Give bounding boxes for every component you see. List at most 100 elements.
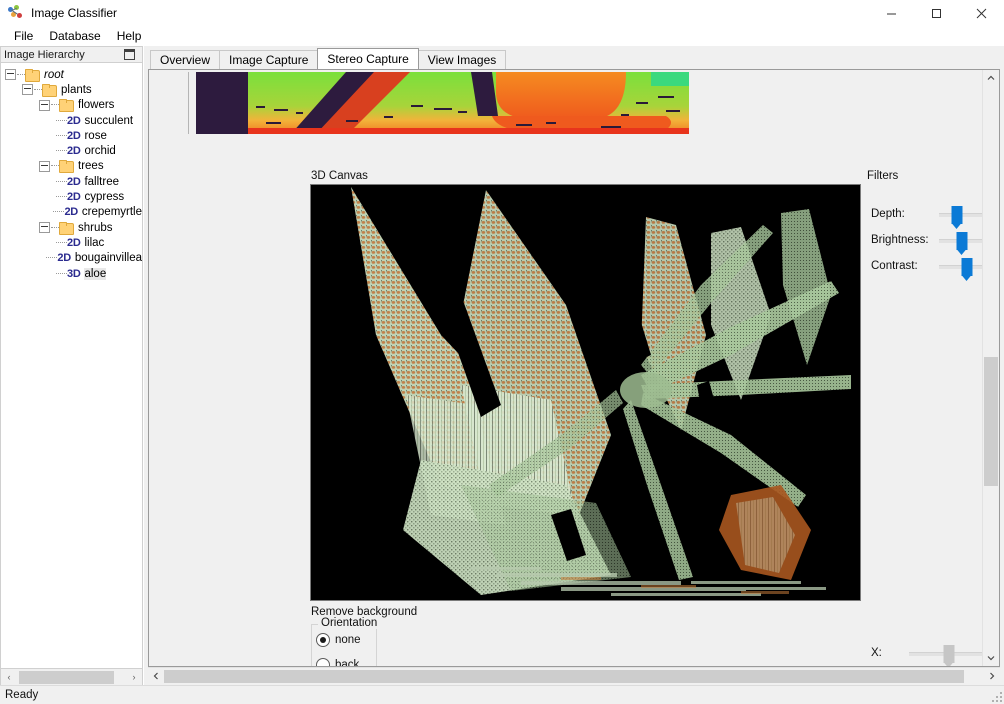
- tab-label: Image Capture: [229, 53, 309, 67]
- page-hscroll-thumb[interactable]: [164, 669, 964, 683]
- scroll-down-icon[interactable]: [983, 650, 999, 666]
- menu-bar: File Database Help: [0, 26, 1004, 46]
- tree-item-cypress[interactable]: 2D cypress: [1, 189, 142, 204]
- orientation-option-back[interactable]: back: [312, 655, 376, 666]
- image-hierarchy-panel: Image Hierarchy root plants flowers 2D succu…: [0, 46, 144, 686]
- resize-grip-icon[interactable]: [992, 692, 1002, 702]
- tab-view-images[interactable]: View Images: [417, 50, 507, 69]
- tree-item-orchid[interactable]: 2D orchid: [1, 143, 142, 158]
- transform-row-x: X:: [871, 640, 982, 666]
- tree-item-trees[interactable]: trees: [1, 159, 142, 174]
- tree-item-bougainvillea[interactable]: 2D bougainvillea: [1, 251, 142, 266]
- tree-item-plants[interactable]: plants: [1, 82, 142, 97]
- depth-map-row: [157, 72, 974, 136]
- main-area: Image Hierarchy root plants flowers 2D succu…: [0, 46, 1004, 686]
- close-button[interactable]: [959, 0, 1004, 26]
- tree-connector: [46, 257, 58, 259]
- filters-group: Depth: Brightness: Contrast:: [871, 202, 982, 281]
- tree-view[interactable]: root plants flowers 2D succulent 2D rose 2D orch…: [0, 62, 143, 669]
- tree-horizontal-scrollbar[interactable]: ‹ ›: [0, 669, 143, 686]
- depth-map-preview[interactable]: [196, 72, 689, 134]
- expander-collapse-icon[interactable]: [39, 222, 50, 234]
- minimize-button[interactable]: [869, 0, 914, 26]
- tab-overview[interactable]: Overview: [150, 50, 221, 69]
- slider-thumb[interactable]: [961, 258, 973, 281]
- tree-item-label: bougainvillea: [74, 252, 142, 265]
- transform-label: X:: [871, 647, 882, 659]
- filter-slider-contrast[interactable]: [939, 255, 982, 281]
- tree-connector: [51, 104, 59, 106]
- tree-connector: [34, 88, 42, 91]
- folder-icon: [59, 99, 74, 113]
- folder-icon: [59, 160, 74, 174]
- app-icon: [8, 5, 24, 21]
- radio-back-icon[interactable]: [316, 657, 330, 666]
- expander-collapse-icon[interactable]: [5, 69, 16, 81]
- page-scroll-right-icon[interactable]: [984, 669, 1000, 684]
- maximize-button[interactable]: [914, 0, 959, 26]
- scroll-up-icon[interactable]: [983, 70, 999, 86]
- dock-window-icon[interactable]: [124, 49, 135, 60]
- filter-slider-depth[interactable]: [939, 203, 982, 229]
- menu-help[interactable]: Help: [109, 27, 150, 45]
- canvas-label: 3D Canvas: [311, 170, 368, 182]
- status-text: Ready: [5, 689, 39, 701]
- slider-thumb[interactable]: [956, 232, 968, 255]
- tree-item-flowers[interactable]: flowers: [1, 98, 142, 113]
- title-bar: Image Classifier: [0, 0, 1004, 26]
- node-type-badge: 2D: [67, 145, 81, 158]
- tree-item-succulent[interactable]: 2D succulent: [1, 113, 142, 128]
- radio-none-label: none: [335, 633, 361, 646]
- tab-stereo-capture[interactable]: Stereo Capture: [317, 48, 419, 69]
- node-type-badge: 2D: [64, 206, 78, 219]
- menu-database[interactable]: Database: [41, 27, 108, 45]
- radio-back-label: back: [335, 658, 360, 667]
- window-controls: [869, 0, 1004, 26]
- tree-item-falltree[interactable]: 2D falltree: [1, 174, 142, 189]
- filter-row-contrast: Contrast:: [871, 254, 982, 281]
- page-horizontal-scrollbar[interactable]: [148, 667, 1000, 684]
- page-hscroll-track[interactable]: [164, 669, 984, 684]
- tree-item-label: rose: [84, 129, 107, 142]
- tree-item-crepemyrtle[interactable]: 2D crepemyrtle: [1, 205, 142, 220]
- filter-label: Depth:: [871, 208, 905, 220]
- tab-label: Stereo Capture: [327, 52, 409, 66]
- slider-thumb[interactable]: [951, 206, 963, 229]
- page-vscroll-track[interactable]: [983, 86, 999, 650]
- scroll-right-icon[interactable]: ›: [126, 670, 142, 685]
- filter-slider-brightness[interactable]: [939, 229, 982, 255]
- tree-item-lilac[interactable]: 2D lilac: [1, 235, 142, 250]
- tree-item-rose[interactable]: 2D rose: [1, 128, 142, 143]
- tree-item-aloe[interactable]: 3D aloe: [1, 266, 142, 281]
- filters-label: Filters: [867, 170, 899, 182]
- radio-none-icon[interactable]: [316, 632, 330, 647]
- expander-collapse-icon[interactable]: [39, 99, 50, 111]
- page-vertical-scrollbar[interactable]: [982, 70, 999, 666]
- tab-image-capture[interactable]: Image Capture: [219, 50, 319, 69]
- transform-sliders-group: X:Y:: [871, 640, 982, 666]
- orientation-option-none[interactable]: none: [312, 630, 376, 649]
- tree-item-shrubs[interactable]: shrubs: [1, 220, 142, 235]
- tab-strip: Overview Image Capture Stereo Capture View …: [148, 48, 1000, 69]
- transform-slider-x[interactable]: [909, 642, 982, 666]
- scroll-left-icon[interactable]: ‹: [1, 670, 17, 685]
- point-cloud-canvas[interactable]: [310, 184, 861, 601]
- tree-item-label: shrubs: [78, 221, 113, 234]
- page-viewport: 3D Canvas Filters Depth: Brightness: Con…: [149, 70, 982, 666]
- page-scroll-left-icon[interactable]: [148, 669, 164, 684]
- menu-file[interactable]: File: [6, 27, 41, 45]
- tree-hscroll-track[interactable]: [17, 669, 126, 685]
- orientation-groupbox: Orientation none back: [311, 617, 381, 666]
- tree-hscroll-thumb[interactable]: [19, 670, 114, 684]
- expander-collapse-icon[interactable]: [22, 84, 33, 96]
- panel-caption: Image Hierarchy: [0, 46, 143, 62]
- filter-label: Brightness:: [871, 234, 929, 246]
- tree-item-label: orchid: [84, 145, 116, 158]
- slider-thumb[interactable]: [943, 645, 955, 666]
- panel-title: Image Hierarchy: [4, 48, 85, 61]
- tree-item-root[interactable]: root: [1, 67, 142, 82]
- folder-icon: [42, 83, 57, 97]
- expander-collapse-icon[interactable]: [39, 160, 50, 172]
- node-type-badge: 2D: [57, 252, 71, 265]
- page-vscroll-thumb[interactable]: [984, 356, 998, 487]
